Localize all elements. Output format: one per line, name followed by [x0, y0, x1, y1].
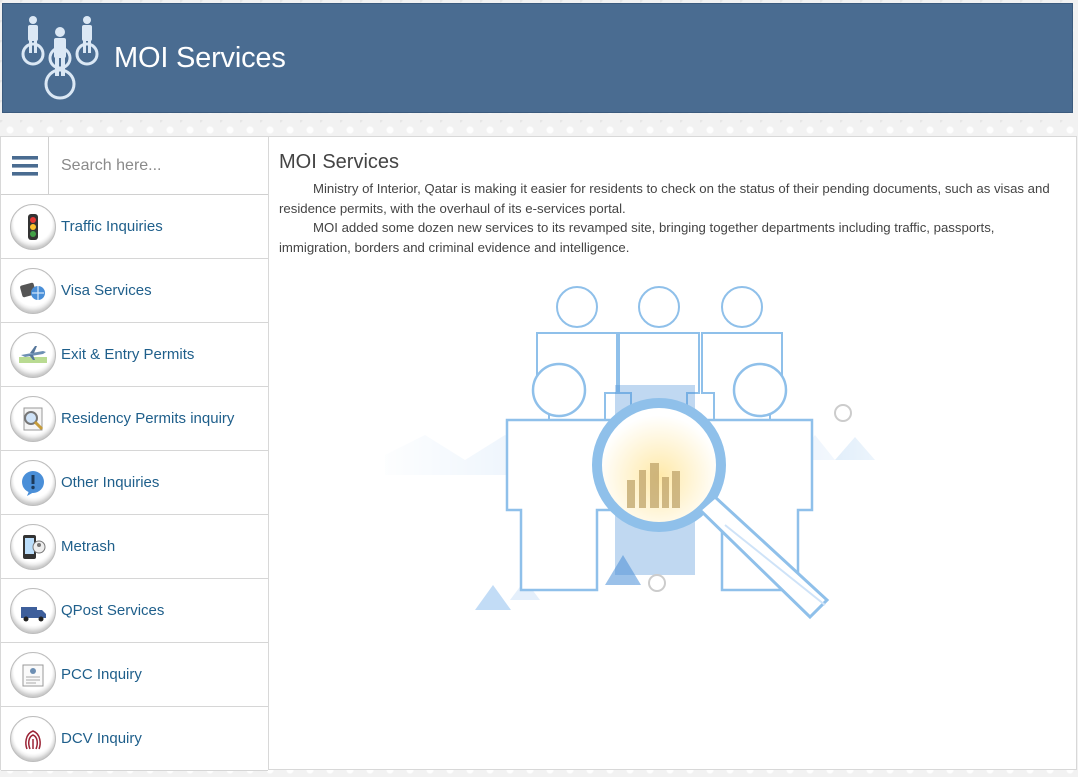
intro-paragraph: MOI added some dozen new services to its…	[279, 220, 995, 255]
traffic-light-icon	[10, 203, 56, 250]
sidebar-item-traffic-inquiries[interactable]: Traffic Inquiries	[1, 195, 268, 259]
sidebar-item-label: Other Inquiries	[61, 474, 160, 491]
sidebar-item-dcv-inquiry[interactable]: DCV Inquiry	[1, 707, 268, 771]
fingerprint-icon	[10, 715, 56, 762]
page-title: MOI Services	[279, 151, 400, 173]
exclamation-bubble-icon	[10, 459, 56, 506]
app-header: MOI Services	[2, 3, 1073, 113]
metrash-app-icon	[10, 523, 56, 570]
sidebar-item-other-inquiries[interactable]: Other Inquiries	[1, 451, 268, 515]
search-input[interactable]	[49, 137, 268, 194]
visa-passport-icon	[10, 267, 56, 314]
sidebar-item-metrash[interactable]: Metrash	[1, 515, 268, 579]
main-content: MOI Services Ministry of Interior, Qatar…	[269, 136, 1077, 770]
sidebar-item-label: Residency Permits inquiry	[61, 410, 235, 427]
sidebar-item-label: Traffic Inquiries	[61, 218, 163, 235]
sidebar-item-label: QPost Services	[61, 602, 165, 619]
sidebar-item-label: DCV Inquiry	[61, 730, 142, 747]
sidebar-item-residency-permits[interactable]: Residency Permits inquiry	[1, 387, 268, 451]
sidebar-item-label: Exit & Entry Permits	[61, 346, 195, 363]
sidebar-item-visa-services[interactable]: Visa Services	[1, 259, 268, 323]
certificate-icon	[10, 651, 56, 698]
app-title: MOI Services	[114, 41, 286, 74]
magnifier-document-icon	[10, 395, 56, 442]
sidebar-item-label: Visa Services	[61, 282, 152, 299]
people-network-logo-icon	[21, 16, 99, 100]
sidebar-item-label: Metrash	[61, 538, 116, 555]
sidebar-item-label: PCC Inquiry	[61, 666, 142, 683]
intro-paragraph: Ministry of Interior, Qatar is making it…	[279, 181, 1050, 216]
people-magnifier-illustration	[365, 286, 945, 620]
sidebar-item-pcc-inquiry[interactable]: PCC Inquiry	[1, 643, 268, 707]
sidebar-item-qpost-services[interactable]: QPost Services	[1, 579, 268, 643]
search-bar	[1, 137, 268, 195]
airplane-icon	[10, 331, 56, 378]
hamburger-menu-icon	[11, 156, 38, 176]
sidebar-item-exit-entry-permits[interactable]: Exit & Entry Permits	[1, 323, 268, 387]
delivery-van-icon	[10, 587, 56, 634]
menu-button[interactable]	[1, 137, 49, 195]
sidebar: Traffic Inquiries Visa Services Exit & E…	[0, 136, 269, 771]
